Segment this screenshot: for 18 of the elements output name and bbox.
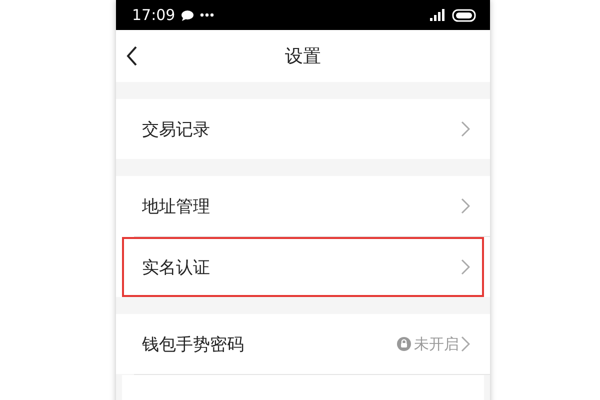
chat-bubble-icon — [181, 10, 194, 20]
settings-row[interactable]: 实名认证 — [122, 237, 484, 297]
chevron-right-icon — [461, 336, 470, 352]
row-label: 交易记录 — [142, 118, 211, 140]
row-label: 钱包手势密码 — [142, 334, 245, 356]
chevron-right-icon — [461, 259, 470, 275]
chevron-right-icon — [461, 121, 470, 137]
signal-icon — [430, 9, 446, 21]
status-value: 未开启 — [414, 334, 459, 354]
row-label: 实名认证 — [142, 256, 211, 278]
back-chevron-icon[interactable] — [126, 46, 138, 66]
chevron-right-icon — [461, 198, 470, 214]
page-title: 设置 — [285, 45, 321, 68]
battery-icon — [452, 8, 478, 22]
row-label: 地址管理 — [142, 196, 211, 218]
more-dots-icon — [200, 13, 214, 17]
clock-time: 17:09 — [132, 6, 176, 24]
lock-icon — [397, 337, 411, 351]
